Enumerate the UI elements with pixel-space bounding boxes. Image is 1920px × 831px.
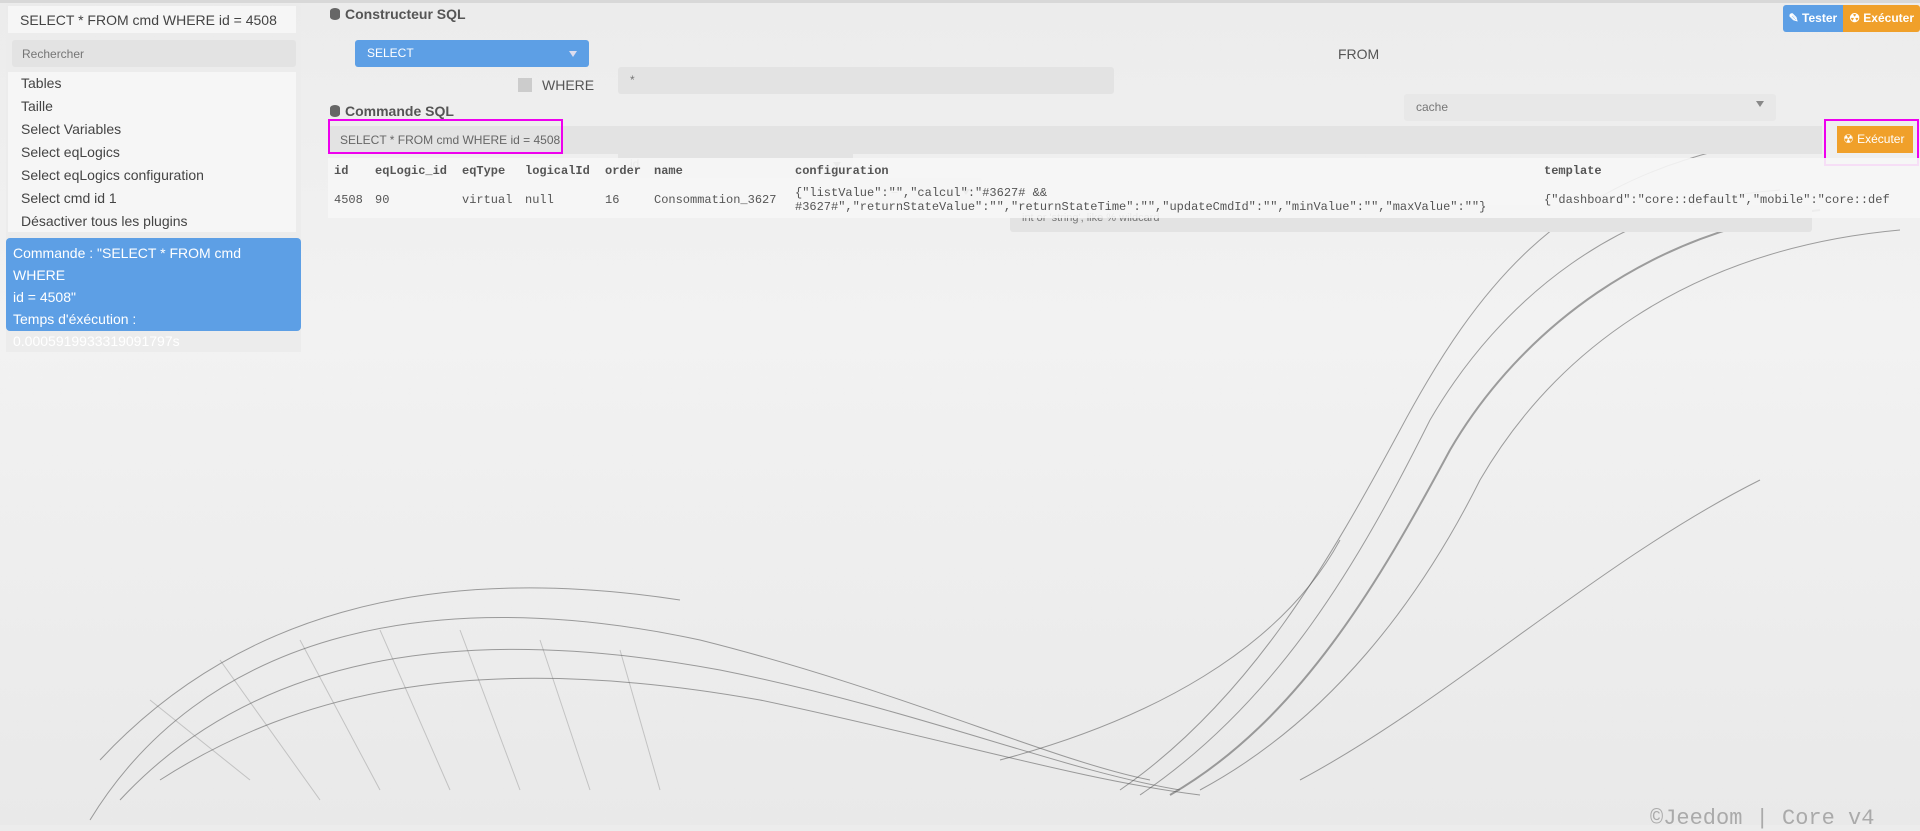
list-item-taille[interactable]: Taille <box>8 95 296 118</box>
result-time-value: 0.0005919933319091797s <box>13 333 180 349</box>
cell-template: {"dashboard":"core::default","mobile":"c… <box>1544 193 1890 207</box>
tester-label: Tester <box>1802 11 1838 25</box>
where-checkbox[interactable] <box>518 78 532 92</box>
execution-result-alert: Commande : "SELECT * FROM cmd WHERE id =… <box>6 238 301 349</box>
cell-eqlogic-id: 90 <box>375 193 390 207</box>
search-input[interactable] <box>12 40 296 67</box>
chevron-down-icon <box>1756 101 1764 107</box>
current-query-title: SELECT * FROM cmd WHERE id = 4508 <box>8 6 296 33</box>
execute-top-label: Exécuter <box>1863 11 1914 25</box>
column-header: template <box>1544 164 1602 178</box>
column-header: id <box>334 164 349 178</box>
table-header-row: id eqLogic_id eqType logicalId order nam… <box>328 158 1896 184</box>
result-command-line2: id = 4508" <box>13 289 76 305</box>
column-header: configuration <box>795 164 889 178</box>
builder-header: Constructeur SQL <box>330 6 466 22</box>
chevron-down-icon <box>569 51 577 57</box>
list-item-select-variables[interactable]: Select Variables <box>8 118 296 141</box>
radiation-icon: ☢ <box>1849 11 1860 25</box>
result-command-line1: Commande : "SELECT * FROM cmd WHERE <box>13 245 241 283</box>
results-table: id eqLogic_id eqType logicalId order nam… <box>328 158 1896 216</box>
execute-top-button[interactable]: ☢ Exécuter <box>1843 5 1920 32</box>
highlight-box <box>328 119 563 154</box>
list-item-disable-plugins[interactable]: Désactiver tous les plugins <box>8 210 296 233</box>
footer-copyright: ©Jeedom | Core v4 <box>1650 806 1875 831</box>
list-item-select-cmd-id-1[interactable]: Select cmd id 1 <box>8 187 296 210</box>
column-header: eqLogic_id <box>375 164 448 178</box>
list-item-select-eqlogics-configuration[interactable]: Select eqLogics configuration <box>8 164 296 187</box>
tester-button[interactable]: ✎ Tester <box>1782 5 1844 32</box>
cell-configuration: {"listValue":"","calcul":"#3627# && #3627… <box>795 186 1487 214</box>
column-header: logicalId <box>525 164 590 178</box>
column-header: name <box>654 164 683 178</box>
operation-select[interactable]: SELECT <box>355 40 589 67</box>
command-header: Commande SQL <box>330 103 454 119</box>
column-header: eqType <box>462 164 506 178</box>
from-table-select[interactable]: cache <box>1404 94 1776 121</box>
result-time-label: Temps d'éxécution : <box>13 311 137 327</box>
list-item-tables[interactable]: Tables <box>8 72 296 95</box>
cell-order: 16 <box>605 193 620 207</box>
fields-input[interactable]: * <box>618 67 1114 94</box>
cell-id: 4508 <box>334 193 363 207</box>
cell-eqtype: virtual <box>462 193 513 207</box>
query-list: Tables Taille Select Variables Select eq… <box>8 72 296 232</box>
top-toolbar: ✎ Tester ☢ Exécuter <box>1782 5 1920 32</box>
cell-name: Consommation_3627 <box>654 193 777 207</box>
database-icon <box>330 8 340 20</box>
where-label: WHERE <box>542 77 595 93</box>
column-header: order <box>605 164 642 178</box>
pencil-icon: ✎ <box>1788 11 1799 25</box>
list-item-select-eqlogics[interactable]: Select eqLogics <box>8 141 296 164</box>
table-row: 4508 90 virtual null 16 Consommation_362… <box>328 184 1896 216</box>
from-label: FROM <box>1338 46 1380 62</box>
database-icon <box>330 105 340 117</box>
cell-logicalid: null <box>525 193 554 207</box>
results-table-container: id eqLogic_id eqType logicalId order nam… <box>328 158 1920 218</box>
